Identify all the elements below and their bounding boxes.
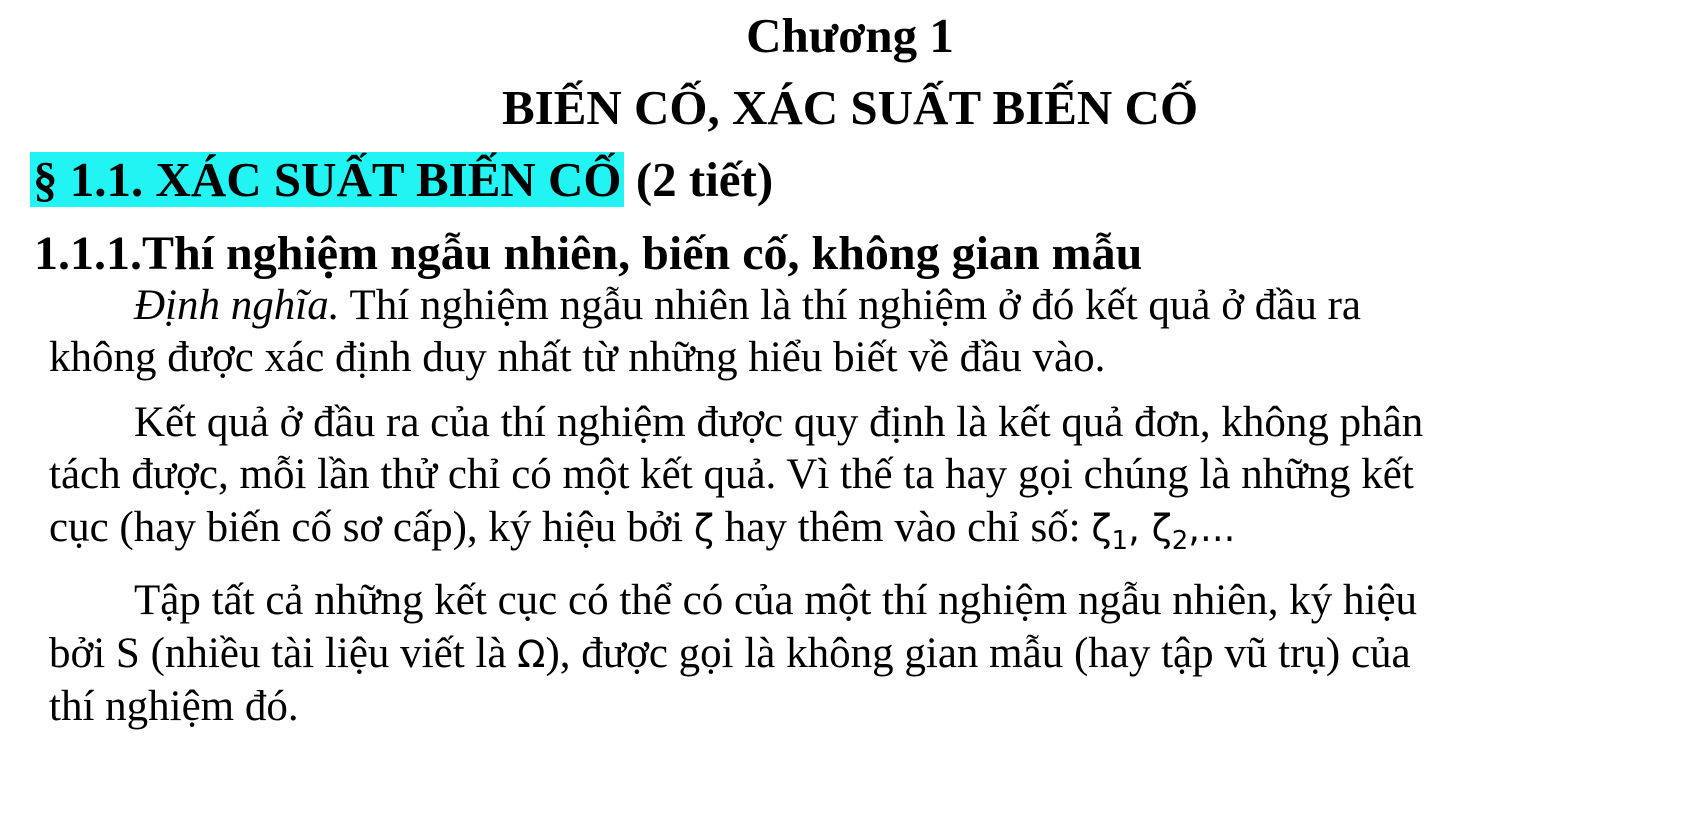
p1-line1: Định nghĩa. Thí nghiệm ngẫu nhiên là thí… <box>134 280 1361 332</box>
definition-label: Định nghĩa. <box>134 282 340 329</box>
p3-line2-text-a: bởi S (nhiều tài liệu viết là <box>49 630 507 677</box>
section-heading-highlight: § 1.1. XÁC SUẤT BIẾN CỐ <box>30 152 624 207</box>
p3-line3: thí nghiệm đó. <box>49 683 299 730</box>
zeta-1: ζ <box>1091 507 1112 550</box>
section-heading: § 1.1. XÁC SUẤT BIẾN CỐ (2 tiết) <box>30 150 773 210</box>
p1-line1-text: Thí nghiệm ngẫu nhiên là thí nghiệm ở đó… <box>349 282 1361 329</box>
p2-line3-text-a: cục (hay biến cố sơ cấp), ký hiệu bởi <box>49 504 684 551</box>
p2-line3-text-b: hay thêm vào chỉ số: <box>724 504 1081 551</box>
p1-line2: không được xác định duy nhất từ những hi… <box>49 334 1106 381</box>
separator: , <box>1128 507 1140 550</box>
p2-line2: tách được, mỗi lần thử chỉ có một kết qu… <box>49 451 1414 498</box>
zeta-symbol: ζ <box>693 507 715 550</box>
subsection-heading: 1.1.1.Thí nghiệm ngẫu nhiên, biến cố, kh… <box>34 227 1143 280</box>
p2-line3: cục (hay biến cố sơ cấp), ký hiệu bởi ζ … <box>49 502 1235 567</box>
omega-symbol: Ω <box>517 633 546 676</box>
zeta-2: ζ <box>1151 507 1172 550</box>
subscript-1: 1 <box>1111 526 1129 556</box>
p3-line2: bởi S (nhiều tài liệu viết là Ω), được g… <box>49 628 1411 681</box>
zeta-sequence: ζ1, ζ2,... <box>1091 507 1236 556</box>
p2-line1: Kết quả ở đầu ra của thí nghiệm được quy… <box>134 399 1424 446</box>
ellipsis: ,... <box>1188 507 1236 550</box>
document-page: Chương 1 BIẾN CỐ, XÁC SUẤT BIẾN CỐ § 1.1… <box>0 0 1700 820</box>
chapter-title: BIẾN CỐ, XÁC SUẤT BIẾN CỐ <box>501 80 1199 135</box>
p3-line2-text-b: ), được gọi là không gian mẫu (hay tập v… <box>545 630 1411 677</box>
chapter-number: Chương 1 <box>746 8 954 63</box>
p3-line1: Tập tất cả những kết cục có thể có của m… <box>134 577 1418 624</box>
section-duration: (2 tiết) <box>635 152 774 207</box>
subscript-2: 2 <box>1171 526 1189 556</box>
